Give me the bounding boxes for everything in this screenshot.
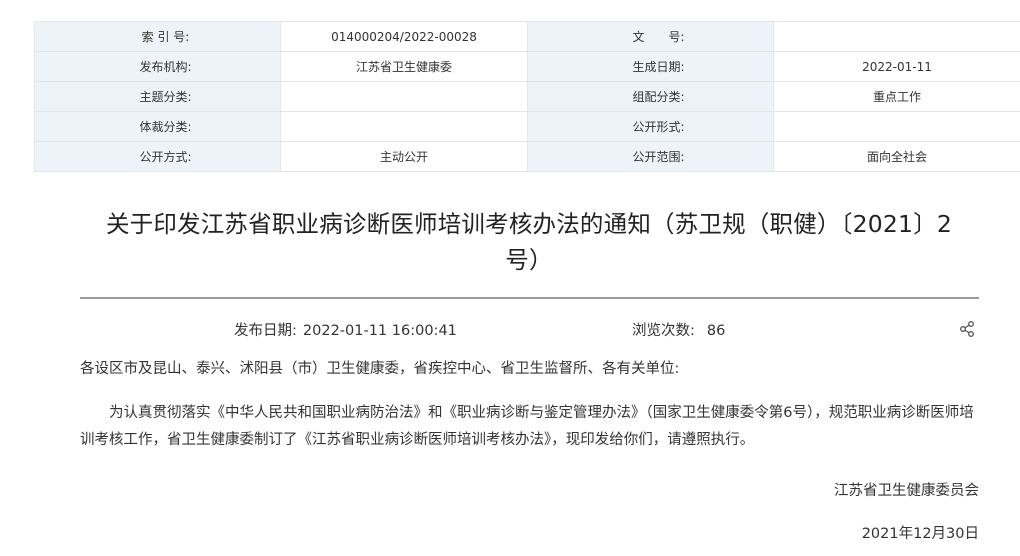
- metadata-value: 重点工作: [773, 81, 1020, 112]
- publish-date-value: 2022-01-11 16:00:41: [302, 323, 457, 339]
- metadata-label: 生成日期:: [527, 51, 774, 82]
- metadata-label: 索 引 号:: [34, 21, 281, 52]
- metadata-label: 体裁分类:: [34, 111, 281, 142]
- metadata-row: 公开方式: 主动公开 公开范围: 面向全社会: [34, 141, 1020, 172]
- addressee: 各设区市及昆山、泰兴、沭阳县（市）卫生健康委，省疾控中心、省卫生监督所、各有关单…: [80, 361, 680, 377]
- metadata-label: 主题分类:: [34, 81, 281, 112]
- metadata-row: 索 引 号: 014000204/2022-00028 文 号:: [34, 21, 1020, 52]
- metadata-value: 主动公开: [280, 141, 528, 172]
- share-icon: [960, 321, 974, 337]
- metadata-value: 面向全社会: [773, 141, 1020, 172]
- metadata-table: 索 引 号: 014000204/2022-00028 文 号: 发布机构: 江…: [34, 21, 1020, 172]
- metadata-row: 主题分类: 组配分类: 重点工作: [34, 81, 1020, 112]
- metadata-value: [280, 81, 528, 112]
- signature-date: 2021年12月30日: [861, 526, 979, 542]
- metadata-value: 2022-01-11: [773, 51, 1020, 82]
- metadata-label: 公开形式:: [527, 111, 774, 142]
- metadata-value: [280, 111, 528, 142]
- metadata-value: 014000204/2022-00028: [280, 21, 528, 52]
- article-title-line: 关于印发江苏省职业病诊断医师培训考核办法的通知（苏卫规（职健）〔2021〕2: [105, 210, 953, 238]
- article-title-line: 号）: [505, 246, 553, 274]
- view-count-label: 浏览次数:: [632, 323, 695, 339]
- view-count-value: 86: [706, 323, 726, 339]
- metadata-label: 公开方式:: [34, 141, 281, 172]
- metadata-row: 发布机构: 江苏省卫生健康委 生成日期: 2022-01-11: [34, 51, 1020, 82]
- metadata-value: [773, 111, 1020, 142]
- metadata-label: 组配分类:: [527, 81, 774, 112]
- title-divider: [80, 297, 979, 299]
- view-count: 浏览次数: 86: [632, 319, 725, 340]
- article-body: 为认真贯彻落实《中华人民共和国职业病防治法》和《职业病诊断与鉴定管理办法》（国家…: [80, 405, 974, 448]
- article-title: 关于印发江苏省职业病诊断医师培训考核办法的通知（苏卫规（职健）〔2021〕2 号…: [78, 206, 980, 278]
- metadata-value: 江苏省卫生健康委: [280, 51, 528, 82]
- signature: 江苏省卫生健康委员会: [834, 483, 979, 499]
- metadata-value: [773, 21, 1020, 52]
- share-button[interactable]: [958, 320, 976, 338]
- metadata-label: 文 号:: [527, 21, 774, 52]
- publish-date-label: 发布日期:: [234, 323, 297, 339]
- metadata-label: 公开范围:: [527, 141, 774, 172]
- metadata-label: 发布机构:: [34, 51, 281, 82]
- publish-date: 发布日期: 2022-01-11 16:00:41: [234, 319, 457, 340]
- metadata-row: 体裁分类: 公开形式:: [34, 111, 1020, 142]
